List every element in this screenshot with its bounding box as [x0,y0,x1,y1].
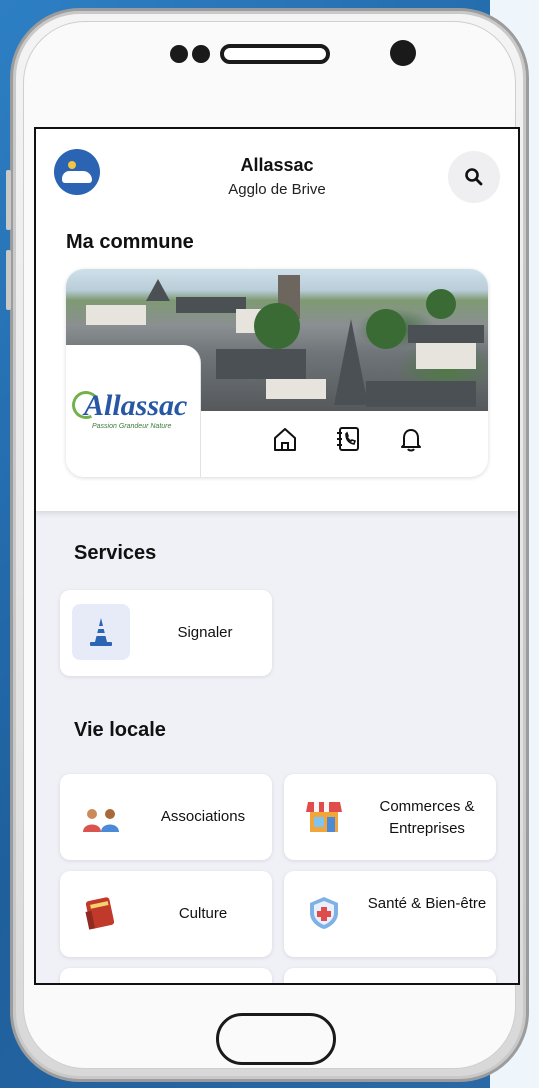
bell-icon[interactable] [397,425,425,453]
commune-banner[interactable]: Allassac Passion Grandeur Nature [66,269,488,477]
section-title-commune: Ma commune [66,231,194,253]
tile-associations[interactable]: Associations [60,774,272,860]
page-subtitle: Agglo de Brive [228,181,326,198]
people-icon [83,809,119,832]
search-icon [465,168,483,186]
tile-label: Culture [178,905,228,922]
shop-icon [306,802,342,832]
health-shield-icon [310,897,338,929]
earpiece-speaker [220,44,330,64]
tile-label: Santé & Bien-être [367,895,487,912]
tile-label: Commerces & Entreprises [379,798,475,837]
service-label: Signaler [177,624,233,641]
section-title-services: Services [74,542,157,564]
commune-logo-card: Allassac Passion Grandeur Nature [66,345,201,477]
tile-partial-right[interactable] [284,968,496,983]
volume-button-lower [6,250,11,310]
app-screen: Allassac Agglo de Brive Ma commune Allas… [34,127,520,985]
front-camera [390,40,416,66]
sensor-dot-1 [170,45,188,63]
header-area: Allassac Agglo de Brive Ma commune Allas… [36,129,518,511]
home-hardware-button[interactable] [216,1013,336,1065]
phone-book-icon[interactable] [334,425,362,453]
page-title: Allassac [240,155,314,175]
tile-partial-left[interactable] [60,968,272,983]
signaler-icon-bg [72,604,130,660]
commune-logo: Allassac [84,389,188,422]
service-card-signaler[interactable]: Signaler [60,590,272,676]
tile-commerces[interactable]: Commerces & Entreprises [284,774,496,860]
sensor-dot-2 [192,45,210,63]
section-title-vie-locale: Vie locale [74,719,166,741]
tile-sante[interactable]: Santé & Bien-être [284,871,496,957]
traffic-cone-icon [90,618,112,646]
commune-logo-tagline: Passion Grandeur Nature [92,423,172,430]
tile-culture[interactable]: Culture [60,871,272,957]
home-icon[interactable] [271,425,299,453]
search-button[interactable] [448,151,500,203]
volume-button [6,170,11,230]
book-icon [85,897,115,930]
tile-label: Associations [160,808,246,825]
